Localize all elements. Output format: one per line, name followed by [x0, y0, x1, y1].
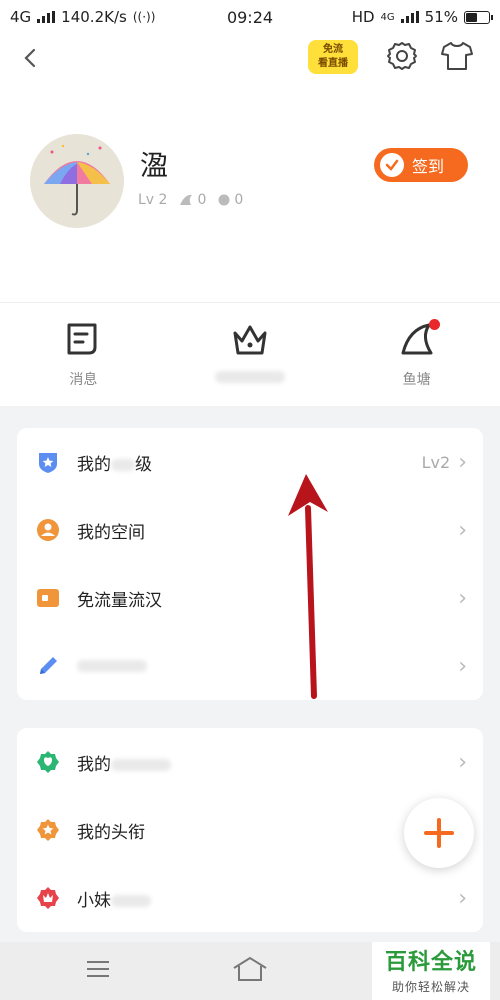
label-start: 我的 — [77, 754, 111, 775]
plus-icon — [424, 818, 454, 848]
tshirt-icon — [441, 42, 473, 70]
fin-small-icon — [180, 194, 193, 205]
coin-small-icon — [218, 194, 230, 206]
level-stat: Lv 2 — [138, 192, 167, 208]
badge-line-1: 免流 — [323, 44, 343, 55]
menu-icon[interactable] — [86, 960, 110, 978]
blurred-text — [111, 894, 151, 907]
network-type-right: 4G — [380, 11, 395, 23]
notification-dot — [429, 319, 441, 330]
signal-icon-right — [400, 11, 419, 23]
menu-row-helper[interactable]: 小妹 › — [17, 864, 483, 932]
menu-row-label — [77, 656, 458, 676]
blurred-text — [77, 660, 147, 672]
fish-stat: 0 — [179, 192, 206, 208]
watermark: 百科全说 助你轻松解决 — [372, 942, 490, 1000]
crown-badge-icon — [35, 885, 61, 911]
watermark-subtitle: 助你轻松解决 — [391, 980, 470, 994]
quick-entry-label: 鱼塘 — [402, 372, 431, 388]
label-end: 级 — [135, 454, 152, 475]
battery-icon — [464, 10, 493, 24]
menu-row-free-flow[interactable]: 免流量流汉 › — [17, 564, 483, 632]
chevron-right-icon: › — [458, 585, 467, 611]
quick-entry-label: 消息 — [69, 372, 98, 388]
profile-stats: Lv 2 0 0 — [138, 192, 243, 208]
label-start: 小妹 — [77, 890, 111, 911]
status-bar: 4G 140.2K/s ((·)) 09:24 HD 4G 51% — [0, 0, 500, 36]
username: 溋 — [140, 149, 169, 182]
hd-indicator: HD — [351, 8, 375, 26]
menu-row-value: Lv2 — [421, 452, 451, 472]
quick-entries: 消息 鱼塘 — [0, 302, 500, 406]
flower-badge-icon — [35, 749, 61, 775]
profile-header: 溋 Lv 2 0 0 签到 — [0, 80, 500, 302]
menu-row-label: 免流量流汉 — [77, 590, 162, 611]
label-start: 我的 — [77, 454, 111, 475]
chevron-right-icon: › — [458, 449, 467, 475]
status-right: HD 4G 51% — [351, 8, 493, 26]
create-post-button[interactable] — [404, 798, 474, 868]
coin-stat: 0 — [218, 192, 243, 208]
menu-row-label: 我的 级 — [77, 450, 422, 475]
watermark-title: 百科全说 — [384, 950, 477, 975]
menu-row-mine[interactable]: 我的 › — [17, 728, 483, 796]
chevron-right-icon: › — [458, 749, 467, 775]
blurred-text — [111, 458, 135, 471]
settings-button[interactable] — [386, 40, 418, 72]
menu-row-level[interactable]: 我的 级 Lv2 › — [17, 428, 483, 496]
ticket-icon — [35, 585, 61, 611]
battery-fill — [466, 12, 477, 22]
menu-row-label: 小妹 — [77, 886, 458, 911]
umbrella-avatar-icon — [44, 144, 110, 216]
chevron-left-icon — [24, 48, 36, 68]
quick-entry-crown[interactable] — [167, 303, 334, 406]
menu-row-label: 我的空间 — [77, 522, 145, 543]
crown-icon — [233, 325, 267, 355]
checkin-button[interactable]: 签到 — [374, 148, 468, 182]
free-flow-live-badge[interactable]: 免流 看直播 — [308, 40, 358, 74]
level-text: Lv 2 — [138, 192, 168, 208]
battery-percent: 51% — [424, 8, 458, 26]
top-nav: 免流 看直播 — [0, 36, 500, 80]
quick-entry-fishpond[interactable]: 鱼塘 — [333, 303, 500, 406]
quick-entry-messages[interactable]: 消息 — [0, 303, 167, 406]
menu-row-edit[interactable]: › — [17, 632, 483, 700]
avatar[interactable] — [30, 134, 124, 228]
menu-row-label: 我的 — [77, 750, 458, 775]
coin-count: 0 — [234, 192, 244, 208]
badge-line-2: 看直播 — [318, 58, 348, 69]
checkin-label: 签到 — [412, 157, 445, 176]
shield-star-icon — [35, 449, 61, 475]
blurred-text — [215, 371, 285, 383]
system-nav-bar: 百科全说 助你轻松解决 — [0, 942, 500, 1000]
chevron-right-icon: › — [458, 653, 467, 679]
back-button[interactable] — [22, 44, 38, 79]
menu-card-primary: 我的 级 Lv2 › 我的空间 › 免流量流汉 › › — [17, 428, 483, 700]
person-circle-icon — [35, 517, 61, 543]
quick-entry-label — [215, 369, 285, 385]
theme-button[interactable] — [440, 40, 474, 72]
medal-icon — [35, 817, 61, 843]
menu-row-space[interactable]: 我的空间 › — [17, 496, 483, 564]
chevron-right-icon: › — [458, 885, 467, 911]
fish-count: 0 — [197, 192, 207, 208]
home-icon[interactable] — [232, 956, 268, 982]
message-icon — [67, 323, 97, 355]
blurred-text — [111, 758, 171, 771]
gear-icon — [387, 42, 417, 70]
checkmark-icon — [380, 153, 404, 177]
chevron-right-icon: › — [458, 517, 467, 543]
pencil-icon — [35, 653, 61, 679]
